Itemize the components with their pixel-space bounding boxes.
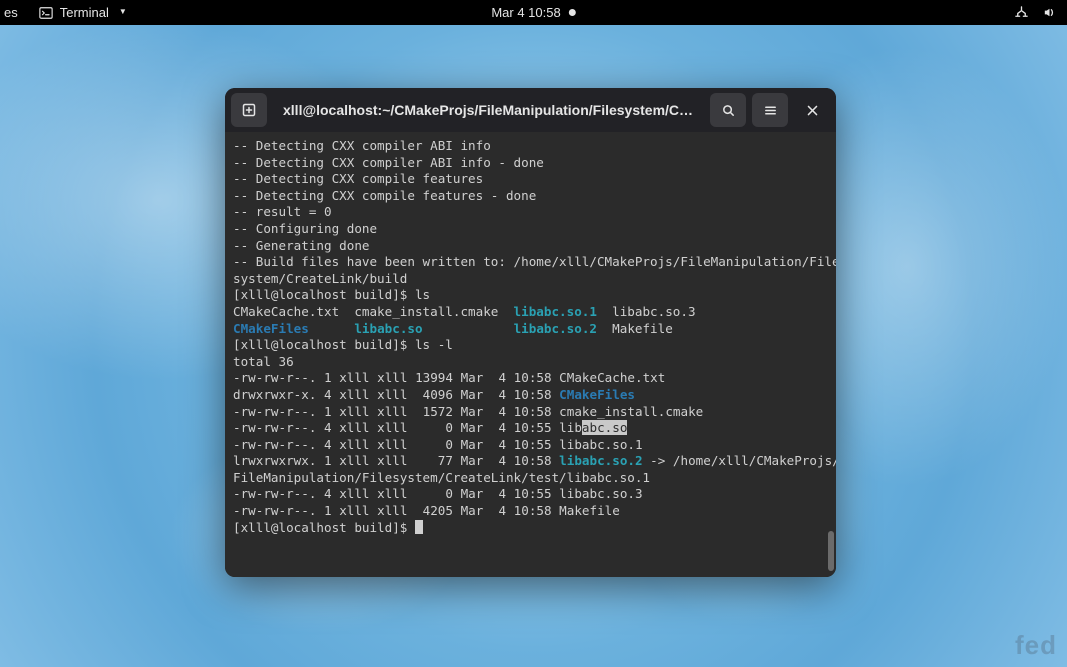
volume-icon[interactable] — [1041, 5, 1057, 21]
terminal-window: xlll@localhost:~/CMakeProjs/FileManipula… — [225, 88, 836, 577]
ls-out: CMakeFiles libabc.so libabc.so.2 Makefil… — [233, 321, 673, 336]
notification-dot-icon — [569, 9, 576, 16]
lsl-row: lrwxrwxrwx. 1 xlll xlll 77 Mar 4 10:58 l… — [233, 453, 836, 468]
terminal-titlebar: xlll@localhost:~/CMakeProjs/FileManipula… — [225, 88, 836, 132]
out-line: -- Configuring done — [233, 221, 377, 236]
clock-text: Mar 4 10:58 — [491, 5, 560, 20]
lsl-row: -rw-rw-r--. 4 xlll xlll 0 Mar 4 10:55 li… — [233, 420, 627, 435]
out-line: -- result = 0 — [233, 204, 332, 219]
search-button[interactable] — [710, 93, 746, 127]
cursor — [415, 520, 423, 534]
app-menu[interactable]: Terminal — [38, 5, 127, 21]
out-line: system/CreateLink/build — [233, 271, 407, 286]
close-button[interactable] — [794, 93, 830, 127]
prompt-line: [xlll@localhost build]$ ls -l — [233, 337, 453, 352]
out-line: total 36 — [233, 354, 294, 369]
hamburger-menu-button[interactable] — [752, 93, 788, 127]
terminal-icon — [38, 5, 54, 21]
lsl-row: -rw-rw-r--. 4 xlll xlll 0 Mar 4 10:55 li… — [233, 486, 643, 501]
network-icon[interactable] — [1013, 5, 1029, 21]
lsl-row: -rw-rw-r--. 1 xlll xlll 1572 Mar 4 10:58… — [233, 404, 703, 419]
window-title: xlll@localhost:~/CMakeProjs/FileManipula… — [273, 102, 704, 118]
scrollbar[interactable] — [828, 531, 834, 571]
lsl-row: FileManipulation/Filesystem/CreateLink/t… — [233, 470, 650, 485]
prompt-line: [xlll@localhost build]$ ls — [233, 287, 430, 302]
prompt-line: [xlll@localhost build]$ — [233, 520, 415, 535]
app-menu-label: Terminal — [60, 5, 109, 20]
out-line: -- Detecting CXX compile features - done — [233, 188, 536, 203]
out-line: -- Detecting CXX compiler ABI info - don… — [233, 155, 544, 170]
gnome-topbar: es Terminal Mar 4 10:58 — [0, 0, 1067, 25]
activities-truncated[interactable]: es — [4, 5, 18, 20]
ls-out: CMakeCache.txt cmake_install.cmake libab… — [233, 304, 696, 319]
terminal-output[interactable]: -- Detecting CXX compiler ABI info -- De… — [225, 132, 836, 577]
clock-area[interactable]: Mar 4 10:58 — [491, 5, 575, 20]
lsl-row: drwxrwxr-x. 4 xlll xlll 4096 Mar 4 10:58… — [233, 387, 635, 402]
out-line: -- Detecting CXX compiler ABI info — [233, 138, 491, 153]
lsl-row: -rw-rw-r--. 1 xlll xlll 4205 Mar 4 10:58… — [233, 503, 620, 518]
lsl-row: -rw-rw-r--. 4 xlll xlll 0 Mar 4 10:55 li… — [233, 437, 643, 452]
fedora-watermark: fed — [1015, 630, 1057, 661]
new-tab-button[interactable] — [231, 93, 267, 127]
out-line: -- Generating done — [233, 238, 369, 253]
out-line: -- Detecting CXX compile features — [233, 171, 483, 186]
lsl-row: -rw-rw-r--. 1 xlll xlll 13994 Mar 4 10:5… — [233, 370, 665, 385]
out-line: -- Build files have been written to: /ho… — [233, 254, 836, 269]
